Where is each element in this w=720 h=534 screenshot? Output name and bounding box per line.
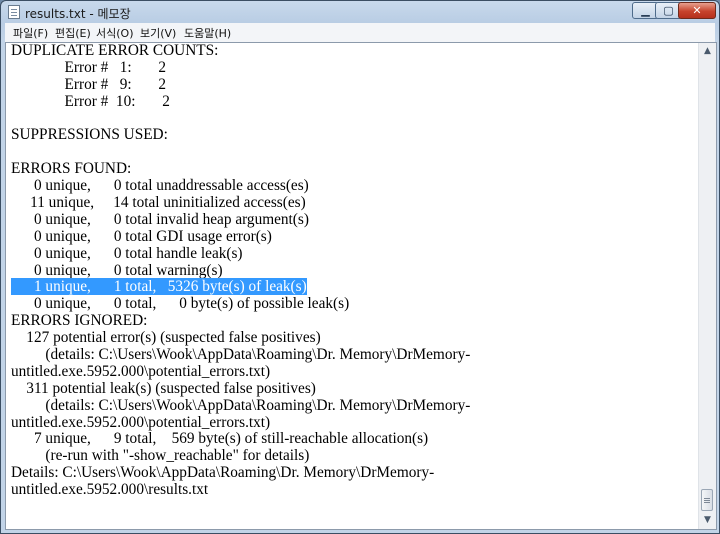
- text-line[interactable]: (re-run with "-show_reachable" for detai…: [11, 447, 470, 465]
- menu-view[interactable]: 보기(V): [140, 25, 176, 41]
- selected-text[interactable]: 1 unique, 1 total, 5326 byte(s) of leak(…: [11, 278, 307, 296]
- scroll-up-arrow-icon[interactable]: ▲: [699, 43, 716, 60]
- menu-edit[interactable]: 편집(E): [55, 25, 91, 41]
- text-line[interactable]: Error # 10: 2: [11, 93, 470, 111]
- text-line[interactable]: untitled.exe.5952.000\results.txt: [11, 481, 470, 499]
- text-line[interactable]: 0 unique, 0 total GDI usage error(s): [11, 228, 470, 246]
- text-line[interactable]: (details: C:\Users\Wook\AppData\Roaming\…: [11, 397, 470, 415]
- text-line[interactable]: 11 unique, 14 total uninitialized access…: [11, 194, 470, 212]
- notepad-window: results.txt - 메모장 ▁ ▢ ✕ 파일(F) 편집(E) 서식(O…: [0, 0, 720, 534]
- text-editor-area[interactable]: DUPLICATE ERROR COUNTS: Error # 1: 2 Err…: [5, 42, 717, 530]
- text-line[interactable]: (details: C:\Users\Wook\AppData\Roaming\…: [11, 346, 470, 364]
- scrollbar-thumb[interactable]: [701, 489, 713, 511]
- text-line[interactable]: ERRORS IGNORED:: [11, 312, 470, 330]
- text-line[interactable]: 0 unique, 0 total handle leak(s): [11, 245, 470, 263]
- notepad-app-icon[interactable]: [8, 5, 20, 19]
- text-line[interactable]: Error # 1: 2: [11, 59, 470, 77]
- text-line[interactable]: Details: C:\Users\Wook\AppData\Roaming\D…: [11, 464, 470, 482]
- text-line[interactable]: 311 potential leak(s) (suspected false p…: [11, 380, 470, 398]
- vertical-scrollbar[interactable]: ▲ ▼: [698, 43, 716, 529]
- document-text[interactable]: DUPLICATE ERROR COUNTS: Error # 1: 2 Err…: [11, 43, 470, 499]
- text-line[interactable]: DUPLICATE ERROR COUNTS:: [11, 43, 470, 60]
- menu-bar: 파일(F) 편집(E) 서식(O) 보기(V) 도움말(H): [5, 23, 715, 43]
- close-button[interactable]: ✕: [678, 2, 716, 19]
- text-line[interactable]: 0 unique, 0 total unaddressable access(e…: [11, 177, 470, 195]
- text-line[interactable]: untitled.exe.5952.000\potential_errors.t…: [11, 363, 470, 381]
- text-line[interactable]: 1 unique, 1 total, 5326 byte(s) of leak(…: [11, 278, 470, 296]
- text-line[interactable]: untitled.exe.5952.000\potential_errors.t…: [11, 414, 470, 432]
- text-line[interactable]: 127 potential error(s) (suspected false …: [11, 329, 470, 347]
- scroll-down-arrow-icon[interactable]: ▼: [699, 512, 716, 529]
- menu-file[interactable]: 파일(F): [13, 25, 48, 41]
- text-line[interactable]: [11, 144, 470, 161]
- title-bar[interactable]: results.txt - 메모장 ▁ ▢ ✕: [1, 1, 719, 23]
- text-line[interactable]: SUPPRESSIONS USED:: [11, 127, 470, 144]
- text-line[interactable]: 7 unique, 9 total, 569 byte(s) of still-…: [11, 431, 470, 448]
- menu-help[interactable]: 도움말(H): [184, 25, 231, 41]
- text-line[interactable]: 0 unique, 0 total warning(s): [11, 262, 470, 280]
- text-line[interactable]: Error # 9: 2: [11, 76, 470, 94]
- window-title: results.txt - 메모장: [25, 7, 131, 21]
- text-line[interactable]: 0 unique, 0 total, 0 byte(s) of possible…: [11, 295, 470, 313]
- text-line[interactable]: [11, 111, 470, 128]
- text-line[interactable]: ERRORS FOUND:: [11, 160, 470, 178]
- menu-format[interactable]: 서식(O): [96, 25, 133, 41]
- text-line[interactable]: 0 unique, 0 total invalid heap argument(…: [11, 211, 470, 229]
